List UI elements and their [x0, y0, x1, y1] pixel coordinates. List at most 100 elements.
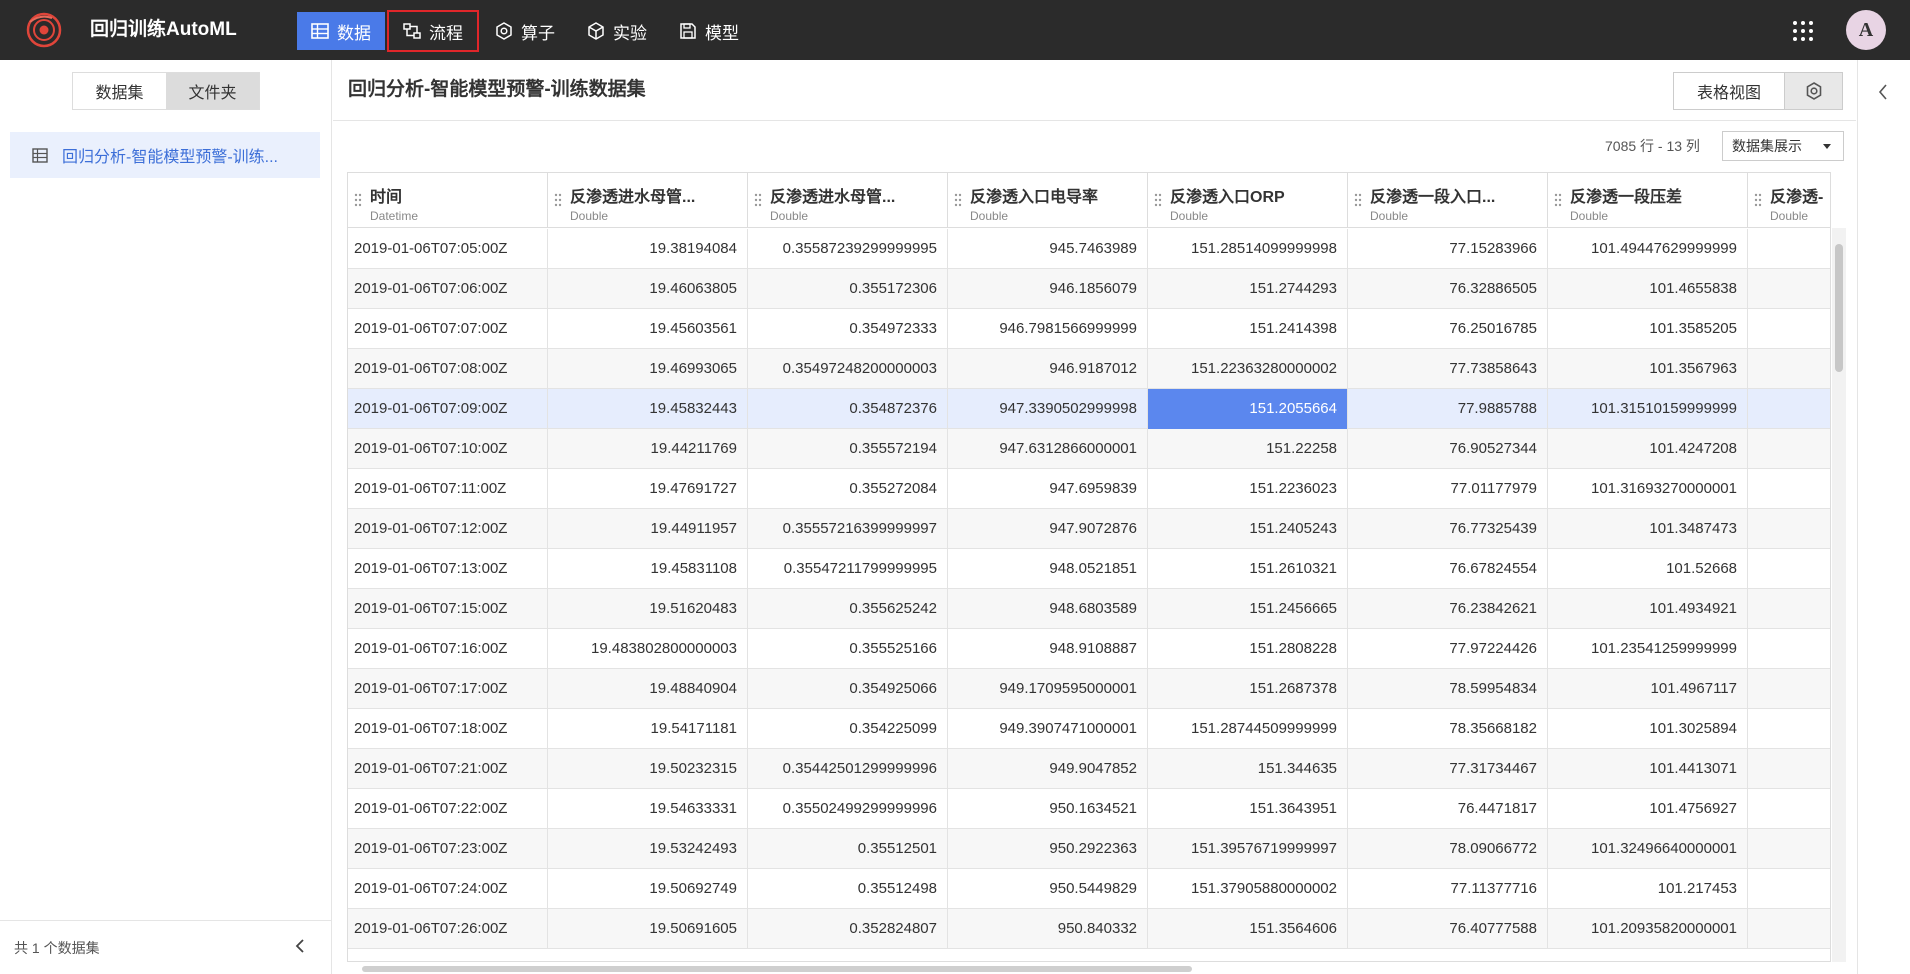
drag-handle-icon[interactable] — [1354, 193, 1362, 207]
table-cell[interactable]: 101.31510159999999 — [1548, 389, 1748, 429]
table-cell[interactable]: 2019-01-06T07:17:00Z — [348, 669, 548, 709]
table-row[interactable]: 2019-01-06T07:07:00Z 19.45603561 0.3549723… — [348, 309, 1830, 349]
table-cell[interactable]: 19.50692749 — [548, 869, 748, 909]
table-cell[interactable]: 2019-01-06T07:26:00Z — [348, 909, 548, 949]
table-row[interactable]: 2019-01-06T07:22:00Z 19.54633331 0.3550249… — [348, 789, 1830, 829]
user-avatar[interactable]: A — [1846, 10, 1886, 50]
table-cell[interactable] — [1748, 709, 1830, 749]
table-row[interactable]: 2019-01-06T07:15:00Z 19.51620483 0.3556252… — [348, 589, 1830, 629]
table-cell[interactable] — [1748, 789, 1830, 829]
table-cell[interactable]: 101.3567963 — [1548, 349, 1748, 389]
table-cell[interactable]: 949.9047852 — [948, 749, 1148, 789]
table-cell[interactable]: 0.35512501 — [748, 829, 948, 869]
table-cell[interactable]: 76.67824554 — [1348, 549, 1548, 589]
table-cell[interactable]: 0.355172306 — [748, 269, 948, 309]
table-cell[interactable]: 0.355572194 — [748, 429, 948, 469]
table-cell[interactable]: 151.28744509999999 — [1148, 709, 1348, 749]
table-cell[interactable]: 101.49447629999999 — [1548, 229, 1748, 269]
table-cell[interactable]: 2019-01-06T07:22:00Z — [348, 789, 548, 829]
table-cell[interactable]: 949.1709595000001 — [948, 669, 1148, 709]
table-cell[interactable]: 0.35442501299999996 — [748, 749, 948, 789]
table-cell[interactable]: 0.355625242 — [748, 589, 948, 629]
table-cell[interactable] — [1748, 389, 1830, 429]
table-cell[interactable]: 19.51620483 — [548, 589, 748, 629]
table-cell[interactable]: 948.9108887 — [948, 629, 1148, 669]
table-cell[interactable]: 19.45831108 — [548, 549, 748, 589]
nav-flow[interactable]: 流程 — [387, 10, 479, 52]
table-cell[interactable]: 946.9187012 — [948, 349, 1148, 389]
table-cell[interactable]: 2019-01-06T07:21:00Z — [348, 749, 548, 789]
horizontal-scrollbar-thumb[interactable] — [362, 966, 1192, 972]
table-cell[interactable]: 19.53242493 — [548, 829, 748, 869]
table-cell[interactable]: 151.3643951 — [1148, 789, 1348, 829]
table-cell[interactable]: 101.3487473 — [1548, 509, 1748, 549]
table-cell[interactable]: 151.2414398 — [1148, 309, 1348, 349]
table-cell[interactable]: 0.35512498 — [748, 869, 948, 909]
table-row[interactable]: 2019-01-06T07:26:00Z 19.50691605 0.3528248… — [348, 909, 1830, 949]
table-cell[interactable] — [1748, 349, 1830, 389]
table-cell[interactable]: 19.46063805 — [548, 269, 748, 309]
table-cell[interactable]: 76.32886505 — [1348, 269, 1548, 309]
table-cell[interactable] — [1748, 549, 1830, 589]
table-cell[interactable]: 0.35502499299999996 — [748, 789, 948, 829]
table-row[interactable]: 2019-01-06T07:13:00Z 19.45831108 0.3554721… — [348, 549, 1830, 589]
table-row[interactable]: 2019-01-06T07:10:00Z 19.44211769 0.3555721… — [348, 429, 1830, 469]
table-cell[interactable]: 151.2610321 — [1148, 549, 1348, 589]
table-cell[interactable]: 2019-01-06T07:24:00Z — [348, 869, 548, 909]
table-cell[interactable]: 76.4471817 — [1348, 789, 1548, 829]
table-cell[interactable]: 2019-01-06T07:05:00Z — [348, 229, 548, 269]
table-cell[interactable]: 19.45603561 — [548, 309, 748, 349]
table-cell[interactable]: 0.35587239299999995 — [748, 229, 948, 269]
chevron-left-icon[interactable] — [295, 939, 305, 953]
table-cell[interactable]: 2019-01-06T07:16:00Z — [348, 629, 548, 669]
table-cell[interactable]: 60.52 — [1748, 269, 1830, 309]
table-cell[interactable] — [1748, 589, 1830, 629]
table-cell[interactable]: 101.3025894 — [1548, 709, 1748, 749]
table-cell[interactable]: 77.15283966 — [1348, 229, 1548, 269]
table-cell[interactable]: 101.4655838 — [1548, 269, 1748, 309]
tab-folders[interactable]: 文件夹 — [166, 73, 259, 109]
table-cell[interactable]: 2019-01-06T07:18:00Z — [348, 709, 548, 749]
table-cell[interactable]: 151.2456665 — [1148, 589, 1348, 629]
table-cell[interactable]: 0.35557216399999997 — [748, 509, 948, 549]
table-cell[interactable]: 101.4934921 — [1548, 589, 1748, 629]
drag-handle-icon[interactable] — [1554, 193, 1562, 207]
tab-datasets[interactable]: 数据集 — [73, 73, 166, 109]
table-cell[interactable]: 78.09066772 — [1348, 829, 1548, 869]
table-cell[interactable]: 78.59954834 — [1348, 669, 1548, 709]
table-cell[interactable]: 0.354925066 — [748, 669, 948, 709]
drag-handle-icon[interactable] — [1754, 193, 1762, 207]
table-cell[interactable] — [1748, 909, 1830, 949]
table-cell[interactable]: 78.35668182 — [1348, 709, 1548, 749]
table-cell[interactable]: 19.44911957 — [548, 509, 748, 549]
table-cell[interactable]: 2019-01-06T07:13:00Z — [348, 549, 548, 589]
table-cell[interactable]: 19.48840904 — [548, 669, 748, 709]
column-header[interactable]: 反渗透入口电导率 Double — [948, 173, 1148, 228]
table-view-button[interactable]: 表格视图 — [1673, 72, 1785, 110]
drag-handle-icon[interactable] — [754, 193, 762, 207]
chevron-left-icon[interactable] — [1878, 84, 1888, 100]
table-cell[interactable]: 77.9885788 — [1348, 389, 1548, 429]
table-cell[interactable]: 151.3564606 — [1148, 909, 1348, 949]
table-cell[interactable]: 101.4413071 — [1548, 749, 1748, 789]
table-cell[interactable]: 76.90527344 — [1348, 429, 1548, 469]
table-cell[interactable]: 0.354872376 — [748, 389, 948, 429]
table-cell[interactable] — [1748, 749, 1830, 789]
table-cell[interactable]: 151.2405243 — [1148, 509, 1348, 549]
dataset-list-item[interactable]: 回归分析-智能模型预警-训练... — [10, 132, 320, 178]
table-cell[interactable]: 19.44211769 — [548, 429, 748, 469]
table-cell[interactable]: 945.7463989 — [948, 229, 1148, 269]
table-cell[interactable]: 948.0521851 — [948, 549, 1148, 589]
table-cell[interactable] — [1748, 869, 1830, 909]
display-select[interactable]: 数据集展示 — [1722, 131, 1844, 161]
table-cell[interactable]: 947.6959839 — [948, 469, 1148, 509]
table-cell[interactable]: 0.354972333 — [748, 309, 948, 349]
table-row[interactable]: 2019-01-06T07:17:00Z 19.48840904 0.3549250… — [348, 669, 1830, 709]
table-cell[interactable]: 19.483802800000003 — [548, 629, 748, 669]
column-header[interactable]: 反渗透入口ORP Double — [1148, 173, 1348, 228]
table-cell[interactable]: 77.31734467 — [1348, 749, 1548, 789]
table-cell[interactable]: 947.3390502999998 — [948, 389, 1148, 429]
column-header[interactable]: 反渗透进水母管... Double — [548, 173, 748, 228]
table-cell[interactable]: 19.54171181 — [548, 709, 748, 749]
table-cell[interactable]: 19.54633331 — [548, 789, 748, 829]
